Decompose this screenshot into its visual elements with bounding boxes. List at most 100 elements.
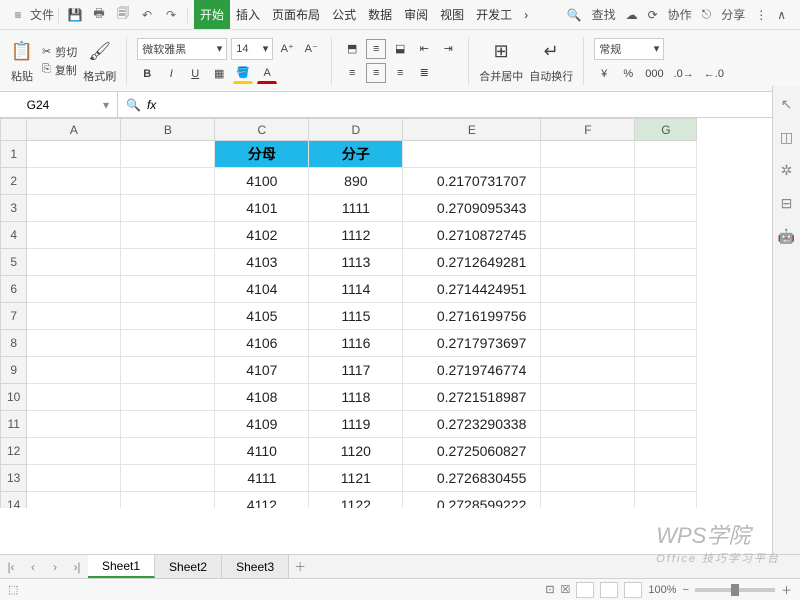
sheet-tab-2[interactable]: Sheet2 (155, 555, 222, 578)
page-view-icon[interactable] (600, 582, 618, 598)
redo-icon[interactable]: ↷ (162, 6, 180, 24)
table-row[interactable]: 3410111110.2709095343 (1, 195, 697, 222)
robot-icon[interactable]: 🤖 (778, 228, 795, 245)
tab-insert[interactable]: 插入 (230, 0, 266, 29)
comma-icon[interactable]: 000 (642, 64, 666, 84)
align-bottom-icon[interactable]: ⬓ (390, 39, 410, 59)
currency-icon[interactable]: ¥ (594, 64, 614, 84)
bold-button[interactable]: B (137, 64, 157, 84)
merge-cells-icon[interactable]: ⊞ (487, 38, 515, 66)
search-label[interactable]: 查找 (592, 6, 616, 23)
table-row[interactable]: 8410611160.2717973697 (1, 330, 697, 357)
app-mode-icon[interactable]: ⊡ (545, 583, 554, 596)
property-icon[interactable]: ⊟ (781, 195, 793, 212)
table-row[interactable]: 11410911190.2723290338 (1, 411, 697, 438)
font-color-button[interactable]: A (257, 64, 277, 84)
paste-icon[interactable]: 📋 (8, 38, 36, 66)
expand-icon[interactable]: ∧ (777, 8, 786, 22)
zoom-in-icon[interactable]: ＋ (781, 582, 792, 598)
cursor-icon[interactable]: ↖ (781, 96, 793, 113)
number-format-combo[interactable]: 常规▾ (594, 38, 664, 60)
wrap-text-icon[interactable]: ↵ (537, 38, 565, 66)
tab-first-icon[interactable]: |‹ (0, 555, 22, 578)
indent-increase-icon[interactable]: ⇥ (438, 39, 458, 59)
fill-color-button[interactable]: 🪣 (233, 64, 253, 84)
name-box-dropdown-icon[interactable]: ▾ (103, 98, 109, 112)
cut-icon[interactable]: ✂ (42, 45, 51, 58)
italic-button[interactable]: I (161, 64, 181, 84)
col-header-B[interactable]: B (121, 119, 215, 141)
increase-decimal-icon[interactable]: .0→ (671, 64, 697, 84)
increase-font-icon[interactable]: A⁺ (277, 39, 297, 59)
align-middle-icon[interactable]: ≡ (366, 39, 386, 59)
fx-icon[interactable]: fx (147, 98, 156, 112)
add-sheet-icon[interactable]: ＋ (289, 555, 311, 578)
sheet-tab-3[interactable]: Sheet3 (222, 555, 289, 578)
cut-label[interactable]: 剪切 (55, 44, 77, 60)
tab-start[interactable]: 开始 (194, 0, 230, 29)
search-icon[interactable]: 🔍 (567, 8, 582, 22)
zoom-value[interactable]: 100% (648, 584, 676, 596)
tab-formula[interactable]: 公式 (326, 0, 362, 29)
sync-icon[interactable]: ⟳ (648, 8, 658, 22)
normal-view-icon[interactable] (576, 582, 594, 598)
format-painter-icon[interactable]: 🖌 (86, 38, 114, 66)
copy-label[interactable]: 复制 (55, 62, 77, 78)
table-row[interactable]: 7410511150.2716199756 (1, 303, 697, 330)
tab-more[interactable]: › (518, 0, 534, 29)
share-icon[interactable]: ⎋ (702, 7, 712, 22)
tab-page-layout[interactable]: 页面布局 (266, 0, 326, 29)
col-header-E[interactable]: E (403, 119, 541, 141)
share-label[interactable]: 分享 (721, 6, 745, 23)
file-menu[interactable]: 文件 (30, 6, 54, 23)
more-icon[interactable]: ⋮ (755, 8, 767, 22)
align-top-icon[interactable]: ⬒ (342, 39, 362, 59)
underline-button[interactable]: U (185, 64, 205, 84)
table-row[interactable]: 12411011200.2725060827 (1, 438, 697, 465)
border-button[interactable]: ▦ (209, 64, 229, 84)
name-box-input[interactable] (8, 98, 68, 112)
lock-icon[interactable]: ☒ (561, 583, 571, 596)
formula-input[interactable] (162, 96, 792, 114)
select-icon[interactable]: ◫ (780, 129, 793, 146)
col-header-G[interactable]: G (635, 119, 697, 141)
decrease-decimal-icon[interactable]: ←.0 (701, 64, 727, 84)
table-row[interactable]: 241008900.2170731707 (1, 168, 697, 195)
break-view-icon[interactable] (624, 582, 642, 598)
table-row[interactable]: 13411111210.2726830455 (1, 465, 697, 492)
row-header[interactable]: 1 (1, 141, 27, 168)
sheet-tab-1[interactable]: Sheet1 (88, 555, 155, 578)
menu-icon[interactable]: ≡ (9, 6, 27, 24)
table-row[interactable]: 10410811180.2721518987 (1, 384, 697, 411)
settings-icon[interactable]: ✲ (781, 162, 793, 179)
copy-icon[interactable]: ⎘ (42, 63, 51, 76)
zoom-slider[interactable] (695, 588, 775, 592)
undo-icon[interactable]: ↶ (138, 6, 156, 24)
align-center-icon[interactable]: ≡ (366, 63, 386, 83)
save-icon[interactable]: 💾 (66, 6, 84, 24)
table-row[interactable]: 6410411140.2714424951 (1, 276, 697, 303)
align-left-icon[interactable]: ≡ (342, 63, 362, 83)
cloud-icon[interactable]: ☁ (626, 8, 638, 22)
tab-view[interactable]: 视图 (434, 0, 470, 29)
tab-review[interactable]: 审阅 (398, 0, 434, 29)
align-right-icon[interactable]: ≡ (390, 63, 410, 83)
sheet-grid[interactable]: ABCDEFG1分母分子241008900.217073170734101111… (0, 118, 800, 508)
cancel-icon[interactable]: 🔍 (126, 98, 141, 112)
table-row[interactable]: 4410211120.2710872745 (1, 222, 697, 249)
percent-icon[interactable]: % (618, 64, 638, 84)
font-size-combo[interactable]: 14▾ (231, 38, 273, 60)
tab-prev-icon[interactable]: ‹ (22, 555, 44, 578)
indent-decrease-icon[interactable]: ⇤ (414, 39, 434, 59)
col-header-F[interactable]: F (541, 119, 635, 141)
zoom-out-icon[interactable]: − (683, 584, 689, 596)
col-header-A[interactable]: A (27, 119, 121, 141)
record-icon[interactable]: ⬚ (8, 583, 18, 596)
col-header-C[interactable]: C (215, 119, 309, 141)
print-icon[interactable]: 🖶 (90, 6, 108, 24)
preview-icon[interactable]: 🗐 (114, 6, 132, 24)
tab-data[interactable]: 数据 (362, 0, 398, 29)
collab-label[interactable]: 协作 (668, 6, 692, 23)
tab-next-icon[interactable]: › (44, 555, 66, 578)
table-row[interactable]: 14411211220.2728599222 (1, 492, 697, 509)
